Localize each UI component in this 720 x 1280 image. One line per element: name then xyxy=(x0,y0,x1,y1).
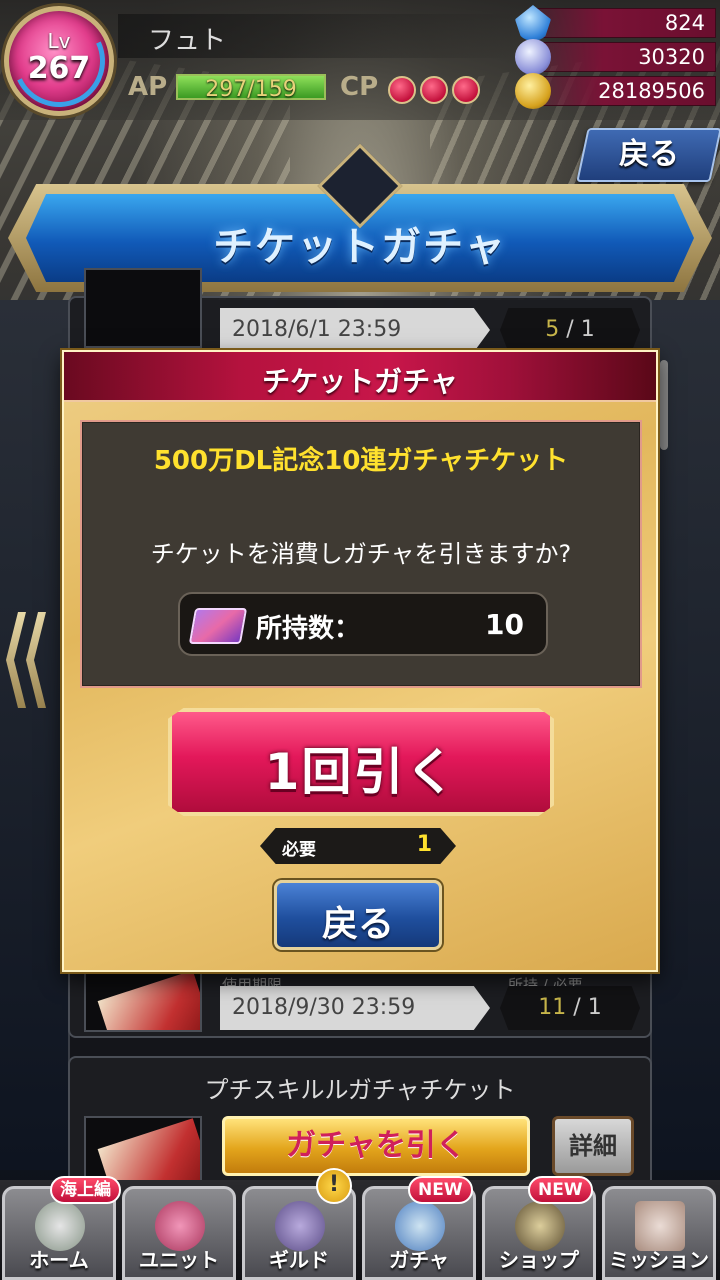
required-label: 必要 xyxy=(282,840,316,860)
required-value: 1 xyxy=(416,832,432,857)
coin-icon xyxy=(515,73,551,109)
dialog-header: チケットガチャ xyxy=(64,352,656,402)
nav-label: ショップ xyxy=(499,1248,579,1272)
nav-unit[interactable]: ユニット xyxy=(122,1186,236,1280)
resource-crystals[interactable]: 30320 xyxy=(515,39,716,75)
draw-gacha-button[interactable]: ガチャを引く xyxy=(222,1116,530,1176)
expiry-date: 2018/6/1 23:59 xyxy=(220,308,490,352)
nav-mission[interactable]: ミッション xyxy=(602,1186,716,1280)
chevron-left-icon xyxy=(26,612,46,708)
ticket-info-panel: 500万DL記念10連ガチャチケット チケットを消費しガチャを引きますか? 所持… xyxy=(80,420,642,688)
ticket-card: プチスキルルガチャチケット ガチャを引く 詳細 xyxy=(68,1056,652,1182)
background-pillar-left xyxy=(0,300,70,1170)
ap-label: AP xyxy=(128,72,168,102)
ticket-thumbnail xyxy=(84,268,202,348)
pull-once-button[interactable]: 1回引く xyxy=(168,708,554,816)
nav-label: ホーム xyxy=(29,1248,89,1272)
owned-count: 11 xyxy=(538,995,567,1020)
gem-count: 824 xyxy=(664,11,705,35)
need-count: 1 xyxy=(587,995,602,1020)
gem-icon xyxy=(515,5,551,41)
coin-count: 28189506 xyxy=(598,79,705,103)
required-tickets: 必要 1 xyxy=(260,828,456,864)
event-badge: 海上編 xyxy=(50,1176,121,1204)
level-badge[interactable]: Lv 267 xyxy=(0,2,118,120)
page-title: チケットガチャ xyxy=(213,224,507,270)
nav-label: ギルド xyxy=(269,1248,329,1272)
cp-point-icon xyxy=(388,76,416,104)
nav-label: ユニット xyxy=(139,1248,219,1272)
ticket-icon xyxy=(188,608,248,644)
new-badge: NEW xyxy=(408,1176,473,1204)
expiry-date: 2018/9/30 23:59 xyxy=(220,986,490,1030)
ticket-thumbnail xyxy=(84,1116,202,1182)
resource-coins[interactable]: 28189506 xyxy=(515,73,716,109)
cp-point-icon xyxy=(452,76,480,104)
count-separator: / xyxy=(566,317,574,342)
cp-point-icon xyxy=(420,76,448,104)
ticket-art xyxy=(97,1118,200,1180)
ap-value: 297/159 xyxy=(205,77,297,102)
dialog-title: チケットガチャ xyxy=(262,365,458,398)
player-name: フュト xyxy=(148,26,227,56)
ticket-title: プチスキルルガチャチケット xyxy=(204,1076,516,1104)
crystal-icon xyxy=(515,39,551,75)
resource-gems[interactable]: 824 xyxy=(515,5,716,41)
owned-count: 5 xyxy=(545,317,560,342)
ticket-name: 500万DL記念10連ガチャチケット xyxy=(153,446,569,476)
cp-label: CP xyxy=(340,72,379,102)
top-back-button[interactable]: 戻る xyxy=(576,128,720,182)
gacha-confirm-dialog: チケットガチャ 500万DL記念10連ガチャチケット チケットを消費しガチャを引… xyxy=(62,350,658,972)
status-bar: Lv 267 フュト AP 297/159 CP 824 30320 28189… xyxy=(0,0,720,120)
nav-label: ミッション xyxy=(609,1248,709,1272)
owned-label: 所持数： xyxy=(256,614,361,644)
top-back-label: 戻る xyxy=(619,137,679,172)
owned-count-box: 所持数： 10 xyxy=(178,592,548,656)
owned-value: 10 xyxy=(485,608,524,641)
level-label: Lv xyxy=(47,29,71,53)
bottom-nav: ホーム 海上編 ユニット ギルド ! ガチャ NEW ショップ NEW ミッショ… xyxy=(0,1168,720,1280)
need-count: 1 xyxy=(580,317,595,342)
dialog-back-button[interactable]: 戻る xyxy=(274,880,442,950)
level-value: 267 xyxy=(27,51,91,86)
new-badge: NEW xyxy=(528,1176,593,1204)
crystal-count: 30320 xyxy=(638,45,705,69)
alert-icon: ! xyxy=(316,1168,352,1204)
chevron-left-icon xyxy=(6,612,26,708)
player-name-bar: フュト xyxy=(118,14,518,58)
ap-gauge: 297/159 xyxy=(176,74,326,102)
ticket-thumbnail xyxy=(84,968,202,1032)
page-left-arrow[interactable] xyxy=(4,612,48,708)
count-separator: / xyxy=(573,995,581,1020)
dialog-back-label: 戻る xyxy=(321,904,394,945)
pull-once-label: 1回引く xyxy=(264,743,458,801)
detail-button[interactable]: 詳細 xyxy=(552,1116,634,1176)
owned-need-count: 11 / 1 xyxy=(500,986,640,1030)
nav-label: ガチャ xyxy=(389,1248,449,1272)
ticket-art xyxy=(97,970,200,1030)
list-scrollbar[interactable] xyxy=(660,360,668,450)
owned-need-count: 5 / 1 xyxy=(500,308,640,352)
confirm-message: チケットを消費しガチャを引きますか? xyxy=(150,540,572,568)
ticket-card: 使用期限 所持 / 必要 2018/9/30 23:59 11 / 1 xyxy=(68,962,652,1038)
